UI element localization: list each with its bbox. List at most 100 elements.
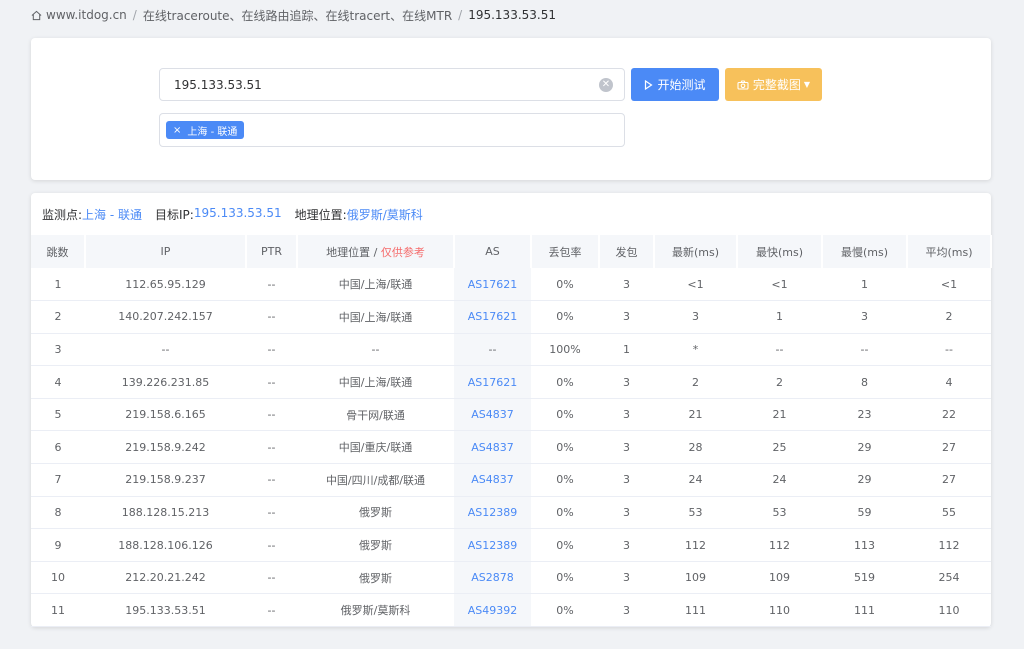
geo-value: 俄罗斯/莫斯科	[346, 208, 423, 222]
cell-ip: 219.158.9.237	[85, 463, 246, 497]
home-icon	[31, 10, 42, 20]
cell-avg: 55	[907, 496, 991, 530]
breadcrumb-section-link[interactable]: 在线traceroute、在线路由追踪、在线tracert、在线MTR	[143, 7, 452, 24]
cell-ip: 188.128.106.126	[85, 528, 246, 562]
cell-avg: --	[907, 333, 991, 367]
cell-geo: 俄罗斯	[297, 528, 454, 562]
cell-loss: 0%	[531, 300, 599, 334]
table-row: 4 139.226.231.85 -- 中国/上海/联通 AS17621 0% 3 2 2 8 4	[31, 365, 991, 399]
cell-loss: 100%	[531, 333, 599, 367]
cell-ptr: --	[246, 561, 297, 595]
tag-close-icon[interactable]: ×	[173, 125, 181, 136]
cell-best: 2	[737, 365, 822, 399]
cell-hop: 3	[31, 333, 85, 367]
search-panel: ✕ 开始测试 完整截图 ▼ × 上海 - 联通	[31, 38, 991, 180]
col-geo-note: 仅供参考	[380, 245, 425, 259]
cell-geo: 中国/上海/联通	[297, 365, 454, 399]
col-last: 最新(ms)	[654, 235, 738, 268]
col-best: 最快(ms)	[737, 235, 823, 268]
cell-ptr: --	[246, 365, 297, 399]
results-panel: 监测点: 上海 - 联通 目标IP: 195.133.53.51 地理位置: 俄…	[31, 193, 992, 628]
caret-down-icon: ▼	[803, 80, 811, 89]
cell-as[interactable]: AS4837	[454, 463, 531, 497]
table-row: 5 219.158.6.165 -- 骨干网/联通 AS4837 0% 3 21 21 23 22	[31, 398, 991, 432]
cell-ptr: --	[246, 496, 297, 530]
cell-geo: 俄罗斯	[297, 496, 454, 530]
cell-hop: 5	[31, 398, 85, 432]
cell-worst: 519	[822, 561, 907, 595]
cell-ip: 219.158.9.242	[85, 430, 246, 465]
cell-as[interactable]: AS2878	[454, 561, 531, 595]
start-test-label: 开始测试	[657, 78, 706, 92]
cell-loss: 0%	[531, 528, 599, 562]
full-screenshot-button[interactable]: 完整截图 ▼	[725, 68, 822, 101]
cell-as[interactable]: AS12389	[454, 496, 531, 530]
cell-best: 110	[737, 593, 822, 628]
table-row: 9 188.128.106.126 -- 俄罗斯 AS12389 0% 3 112 112 113…	[31, 528, 991, 562]
cell-best: 109	[737, 561, 822, 595]
cell-as[interactable]: AS4837	[454, 430, 531, 465]
cell-ip: 212.20.21.242	[85, 561, 246, 595]
cell-ptr: --	[246, 528, 297, 562]
breadcrumb-separator: /	[132, 8, 137, 22]
breadcrumb-separator: /	[458, 8, 463, 22]
table-row: 10 212.20.21.242 -- 俄罗斯 AS2878 0% 3 109 109 519 25…	[31, 561, 991, 595]
monitor-label: 监测点:	[42, 208, 83, 222]
cell-ptr: --	[246, 398, 297, 432]
cell-avg: 2	[907, 300, 991, 334]
cell-ptr: --	[246, 463, 297, 497]
cell-as[interactable]: AS17621	[454, 300, 531, 334]
cell-geo: 中国/重庆/联通	[297, 430, 454, 465]
cell-best: 112	[737, 528, 822, 562]
cell-as: --	[454, 333, 531, 367]
breadcrumb-site-link[interactable]: www.itdog.cn	[46, 8, 127, 22]
cell-sent: 3	[599, 398, 654, 432]
cell-geo: 中国/四川/成都/联通	[297, 463, 454, 497]
cell-avg: 27	[907, 463, 991, 497]
cell-avg: <1	[907, 268, 991, 302]
cell-last: 3	[654, 300, 737, 334]
cell-last: 53	[654, 496, 737, 530]
cell-sent: 3	[599, 496, 654, 530]
col-worst: 最慢(ms)	[822, 235, 908, 268]
cell-best: <1	[737, 268, 822, 302]
col-ip: IP	[85, 235, 247, 268]
cell-geo: 俄罗斯/莫斯科	[297, 593, 454, 628]
cell-loss: 0%	[531, 268, 599, 302]
cell-last: 112	[654, 528, 737, 562]
cell-best: 21	[737, 398, 822, 432]
start-test-button[interactable]: 开始测试	[631, 68, 719, 101]
cell-avg: 22	[907, 398, 991, 432]
traceroute-table: 跳数 IP PTR 地理位置 / 仅供参考 AS 丢包率 发包 最新(ms) 最…	[31, 235, 992, 628]
cell-as[interactable]: AS17621	[454, 365, 531, 399]
cell-sent: 3	[599, 463, 654, 497]
monitor-node-tag: × 上海 - 联通	[166, 121, 245, 139]
cell-as[interactable]: AS17621	[454, 268, 531, 302]
geo-label: 地理位置:	[294, 208, 347, 222]
col-ptr: PTR	[246, 235, 298, 268]
cell-avg: 112	[907, 528, 991, 562]
cell-sent: 3	[599, 528, 654, 562]
col-as: AS	[454, 235, 532, 268]
cell-last: 109	[654, 561, 737, 595]
cell-as[interactable]: AS4837	[454, 398, 531, 432]
target-ip-label: 目标IP:	[155, 208, 194, 222]
monitor-node-select[interactable]: × 上海 - 联通	[159, 113, 625, 147]
play-icon	[644, 79, 654, 90]
clear-icon[interactable]: ✕	[599, 78, 613, 92]
table-row: 6 219.158.9.242 -- 中国/重庆/联通 AS4837 0% 3 28 25 29 2…	[31, 430, 991, 465]
cell-sent: 3	[599, 561, 654, 595]
breadcrumb: www.itdog.cn / 在线traceroute、在线路由追踪、在线tra…	[31, 6, 556, 24]
cell-worst: 111	[822, 593, 907, 628]
cell-as[interactable]: AS12389	[454, 528, 531, 562]
cell-geo: 中国/上海/联通	[297, 300, 454, 334]
target-input[interactable]	[174, 77, 594, 92]
monitor-value: 上海 - 联通	[82, 208, 143, 222]
cell-worst: 29	[822, 463, 907, 497]
cell-ip: 112.65.95.129	[85, 268, 246, 302]
cell-as[interactable]: AS49392	[454, 593, 531, 628]
cell-sent: 3	[599, 268, 654, 302]
cell-last: *	[654, 333, 737, 367]
camera-icon	[737, 79, 749, 90]
cell-geo: 中国/上海/联通	[297, 268, 454, 302]
